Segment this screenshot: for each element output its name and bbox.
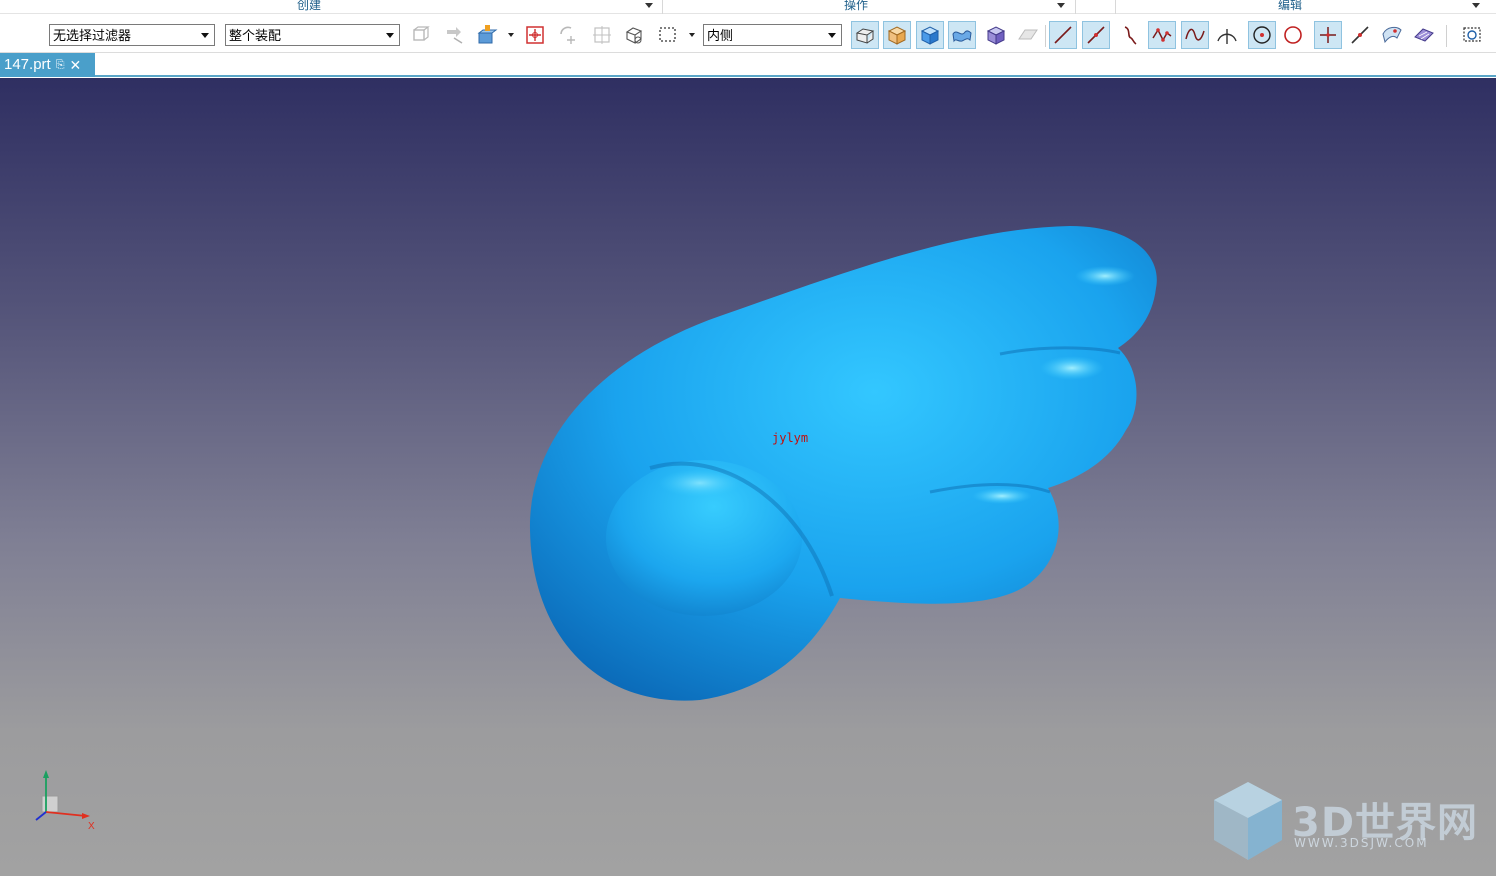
highlight-low (972, 488, 1032, 504)
circle-icon (1284, 26, 1302, 44)
intersect-button[interactable] (1213, 21, 1241, 49)
feature-snap-icon (413, 26, 430, 41)
curve-icon (1124, 26, 1137, 45)
wing-model-body[interactable] (529, 226, 1157, 701)
selection-filter-dropdown[interactable]: 无选择过滤器 (49, 24, 215, 46)
selection-toolbar: 无选择过滤器 整个装配 内侧 (0, 15, 1496, 53)
group-divider (1075, 0, 1076, 14)
ribbon-group-edit[interactable]: 编辑 (1116, 0, 1496, 14)
watermark-url: WWW.3DSJW.COM (1294, 836, 1429, 850)
intersect-icon (1217, 29, 1237, 44)
diag-line-button[interactable] (1346, 21, 1374, 49)
highlight-mid (1040, 356, 1104, 380)
zoom-window-icon (1463, 27, 1481, 42)
chevron-down-icon (201, 33, 209, 38)
circle-center-icon (1253, 26, 1271, 44)
face-icon (1414, 28, 1434, 42)
triad-x-label: X (88, 821, 95, 832)
shaded-box-icon (887, 26, 907, 45)
spline-button[interactable] (1181, 21, 1209, 49)
zoom-window-button[interactable] (1458, 21, 1486, 49)
face-button[interactable] (1410, 21, 1438, 49)
solid-drop-icon (477, 25, 498, 44)
solid-drop-chevron-icon[interactable] (508, 33, 514, 37)
wire-box-icon (855, 28, 875, 44)
solid-drop-button[interactable] (473, 21, 501, 49)
arrow-pick-icon (447, 27, 463, 44)
polyline-button[interactable] (1148, 21, 1176, 49)
highlight-tip (1075, 266, 1135, 286)
circle-center-button[interactable] (1248, 21, 1276, 49)
line-button[interactable] (1049, 21, 1077, 49)
grid-snap-icon (593, 26, 611, 44)
diag-line-icon (1351, 26, 1369, 44)
cube-icon (986, 26, 1006, 45)
sheet-icon (952, 30, 972, 43)
faded-sheet-button[interactable] (1014, 21, 1042, 49)
document-modified-icon: ⎘ (55, 58, 65, 71)
wire-box-button[interactable] (851, 21, 879, 49)
rotate-snap-icon (560, 26, 575, 44)
blue-box-icon (920, 26, 940, 45)
line-end-icon (1087, 26, 1105, 44)
box-select-button[interactable] (620, 21, 648, 49)
selection-filter-value: 无选择过滤器 (53, 28, 132, 43)
chevron-down-icon (828, 33, 836, 38)
assembly-scope-dropdown[interactable]: 整个装配 (225, 24, 400, 46)
document-tab-name: 147.prt (4, 56, 51, 73)
toolbar-divider (1446, 25, 1447, 47)
highlight-knob (658, 469, 742, 497)
arrow-pick-button[interactable] (441, 21, 469, 49)
rotate-snap-button[interactable] (554, 21, 582, 49)
faded-sheet-icon (1018, 29, 1038, 40)
sheet-button[interactable] (948, 21, 976, 49)
line-end-button[interactable] (1082, 21, 1110, 49)
box-select-icon (625, 27, 643, 44)
chevron-down-icon[interactable] (1472, 3, 1480, 8)
ribbon-group-operate[interactable]: 操作 (663, 0, 1075, 14)
ribbon-group-edit-label: 编辑 (1278, 0, 1303, 12)
model-scene (529, 226, 1157, 701)
rect-select-icon (659, 27, 676, 42)
coordinate-triad-icon (35, 770, 90, 821)
model-annotation: jylym (772, 431, 809, 445)
blue-box-button[interactable] (916, 21, 944, 49)
ribbon-group-create[interactable]: 创建 (0, 0, 662, 14)
cross-icon (1320, 27, 1336, 43)
document-tab-strip: 147.prt ⎘ ✕ (0, 53, 1496, 77)
polyline-icon (1152, 28, 1172, 42)
chevron-down-icon[interactable] (645, 3, 653, 8)
point-snap-icon (526, 26, 544, 44)
line-icon (1054, 26, 1072, 44)
chevron-down-icon (386, 33, 394, 38)
chevron-down-icon[interactable] (1057, 3, 1065, 8)
ribbon-group-create-label: 创建 (297, 0, 322, 12)
feature-snap-button[interactable] (407, 21, 435, 49)
surface-icon (1382, 26, 1402, 44)
assembly-scope-value: 整个装配 (229, 28, 282, 43)
selection-mode-value: 内侧 (707, 28, 734, 43)
curve-button[interactable] (1116, 21, 1144, 49)
selection-mode-dropdown[interactable]: 内侧 (703, 24, 842, 46)
cube-button[interactable] (982, 21, 1010, 49)
grid-snap-button[interactable] (588, 21, 616, 49)
point-snap-button[interactable] (521, 21, 549, 49)
document-tab[interactable]: 147.prt ⎘ ✕ (0, 53, 95, 77)
cross-button[interactable] (1314, 21, 1342, 49)
rect-select-chevron-icon[interactable] (689, 33, 695, 37)
close-icon[interactable]: ✕ (70, 57, 82, 74)
surface-button[interactable] (1378, 21, 1406, 49)
spline-icon (1185, 28, 1205, 41)
ribbon-group-row: 创建 操作 编辑 (0, 0, 1496, 14)
ribbon-group-operate-label: 操作 (844, 0, 869, 12)
shaded-box-button[interactable] (883, 21, 911, 49)
circle-button[interactable] (1279, 21, 1307, 49)
rect-select-button[interactable] (654, 21, 682, 49)
graphics-viewport[interactable]: jylym X 3D世界网 WWW.3DSJW.COM (0, 78, 1496, 876)
toolbar-divider (1045, 25, 1046, 47)
